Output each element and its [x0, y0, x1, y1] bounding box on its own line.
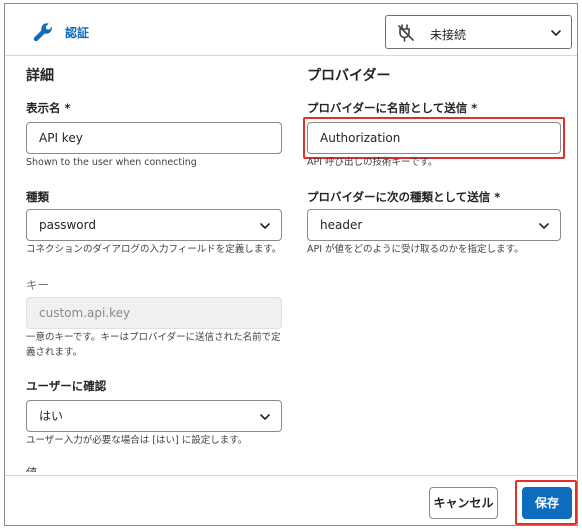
cancel-button[interactable]: キャンセル	[429, 487, 498, 519]
key-help-line2: 義されます。	[26, 347, 83, 358]
authentication-panel: 認証 未接続 詳細 表示名 * API key Shown to the use…	[4, 3, 578, 526]
panel-title: 認証	[65, 26, 90, 40]
type-select[interactable]: password	[26, 209, 282, 241]
header-divider	[5, 55, 577, 56]
connection-status-dropdown[interactable]: 未接続	[385, 15, 572, 49]
type-label: 種類	[26, 190, 49, 204]
value-label-partial: 値	[26, 464, 37, 472]
provider-heading: プロバイダー	[307, 68, 391, 84]
chevron-down-icon	[260, 414, 270, 420]
confirm-help: ユーザー入力が必要な場合は [はい] に設定します。	[26, 435, 248, 446]
footer-divider	[5, 475, 577, 476]
chevron-down-icon	[539, 223, 549, 229]
send-type-select[interactable]: header	[307, 209, 561, 241]
confirm-select-value: はい	[39, 409, 64, 423]
confirm-label: ユーザーに確認	[26, 379, 107, 393]
confirm-select[interactable]: はい	[26, 400, 282, 432]
type-select-value: password	[39, 218, 96, 232]
chevron-down-icon	[260, 223, 270, 229]
key-help-line1: 一意のキーです。キーはプロバイダーに送信された名前で定	[26, 332, 281, 343]
details-heading: 詳細	[26, 68, 54, 84]
chevron-down-icon	[551, 30, 561, 36]
send-name-highlight	[303, 117, 565, 159]
key-label: キー	[26, 278, 49, 292]
save-button-highlight	[515, 480, 577, 525]
send-type-label: プロバイダーに次の種類として送信 *	[307, 190, 501, 204]
display-name-help: Shown to the user when connecting	[26, 157, 197, 168]
send-name-help: API 呼び出しの技術キーです。	[307, 157, 438, 168]
display-name-label: 表示名 *	[26, 101, 71, 115]
type-help: コネクションのダイアログの入力フィールドを定義します。	[26, 244, 282, 255]
connection-status-label: 未接続	[430, 28, 467, 42]
wrench-icon	[33, 23, 52, 42]
send-type-help: API が値をどのように受け取るのかを指定します。	[307, 244, 524, 255]
send-name-label: プロバイダーに名前として送信 *	[307, 101, 478, 115]
disconnected-plug-icon	[398, 24, 414, 42]
display-name-input[interactable]: API key	[26, 122, 282, 154]
send-type-select-value: header	[320, 218, 363, 232]
key-input: custom.api.key	[26, 297, 282, 329]
